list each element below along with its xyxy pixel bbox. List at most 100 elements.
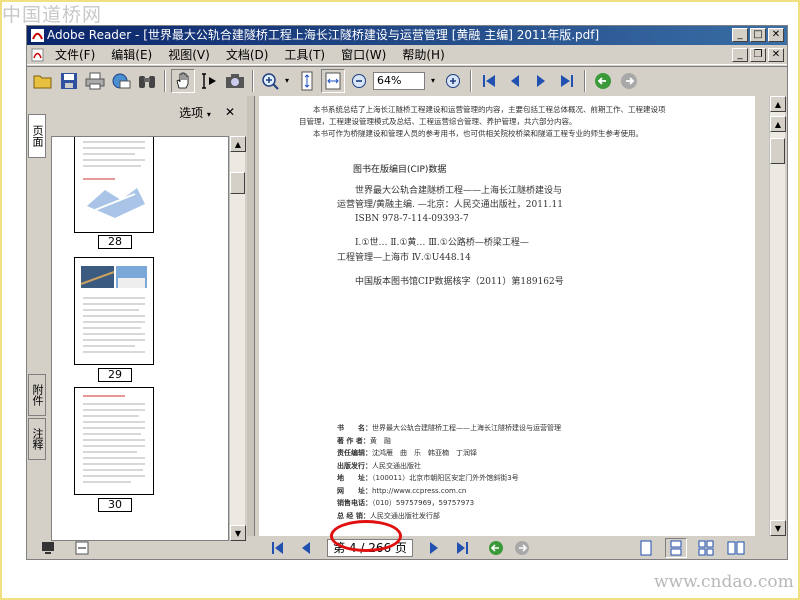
- biblio-value: （100011）北京市朝阳区安定门外外馆斜街3号: [372, 474, 519, 482]
- doc-scroll-down-icon[interactable]: ▼: [770, 520, 786, 536]
- status-back-button[interactable]: [485, 538, 507, 558]
- biblio-label: 书 名：: [337, 424, 372, 432]
- menu-edit[interactable]: 编辑(E): [103, 46, 160, 63]
- menu-view[interactable]: 视图(V): [160, 46, 218, 63]
- facing-layout-button[interactable]: [695, 538, 717, 558]
- watermark-url: www.cndao.com: [654, 572, 794, 592]
- scroll-up-icon[interactable]: ▲: [230, 136, 246, 152]
- classification-block: Ⅰ.①世… Ⅱ.①黄… Ⅲ.①公路桥—桥梁工程— 工程管理—上海市 Ⅳ.①U44…: [337, 236, 529, 266]
- biblio-value: 黄 融: [369, 436, 391, 445]
- toolbar-separator: [584, 69, 586, 92]
- status-next-page-button[interactable]: [423, 538, 445, 558]
- single-page-layout-button[interactable]: [635, 538, 657, 558]
- panel-close-icon[interactable]: ✕: [225, 105, 235, 119]
- minimize-button[interactable]: _: [732, 28, 748, 42]
- fit-width-button[interactable]: [321, 68, 345, 93]
- thumbnail-page-29[interactable]: [74, 257, 154, 365]
- document-view: 本书系统总结了上海长江隧桥工程建设和运营管理的内容，主要包括工程总体概况、前期工…: [247, 96, 769, 536]
- panel-collapse-handle[interactable]: [247, 96, 255, 536]
- camera-icon: [226, 73, 244, 88]
- continuous-facing-layout-button[interactable]: [725, 538, 747, 558]
- screen-icon[interactable]: [37, 538, 59, 558]
- snapshot-button[interactable]: [223, 69, 247, 93]
- fit-height-icon: [301, 71, 313, 90]
- last-page-button[interactable]: [555, 69, 579, 93]
- menu-file[interactable]: 文件(F): [47, 46, 103, 63]
- actual-size-button[interactable]: [295, 69, 319, 93]
- doc-minimize-button[interactable]: _: [732, 48, 748, 62]
- thumbnail-label-28: 28: [98, 235, 132, 249]
- doc-scroll-up-icon[interactable]: ▲: [770, 116, 786, 132]
- toolbar: ▾ 64% ▾: [27, 66, 787, 94]
- zoom-in-tool-button[interactable]: [259, 69, 283, 93]
- prev-page-icon: [302, 542, 310, 554]
- chevron-down-icon[interactable]: ▾: [285, 76, 293, 85]
- first-page-icon: [272, 542, 283, 554]
- status-bar: 第 4 / 266 页: [27, 536, 787, 559]
- maximize-button[interactable]: □: [750, 28, 766, 42]
- biblio-label: 总 经 销：: [337, 511, 370, 520]
- window-title: Adobe Reader - [世界最大公轨合建隧桥工程上海长江隧桥建设与运营管…: [47, 28, 600, 42]
- next-page-icon: [430, 542, 438, 554]
- zoom-in-button[interactable]: [441, 69, 465, 93]
- zoom-input[interactable]: 64%: [373, 71, 425, 90]
- single-page-icon: [640, 540, 652, 556]
- open-button[interactable]: [31, 69, 55, 93]
- hand-tool-button[interactable]: [171, 68, 195, 93]
- highlight-oval: [330, 520, 402, 552]
- email-button[interactable]: [109, 69, 133, 93]
- first-page-button[interactable]: [477, 69, 501, 93]
- chevron-down-icon: ▾: [206, 109, 211, 119]
- intro-paragraph: 本书系统总结了上海长江隧桥工程建设和运营管理的内容，主要包括工程总体概况、前期工…: [299, 104, 739, 140]
- menu-help[interactable]: 帮助(H): [394, 46, 452, 63]
- scroll-thumb[interactable]: [230, 172, 245, 194]
- select-text-button[interactable]: [197, 69, 221, 93]
- class-line: Ⅰ.①世… Ⅱ.①黄… Ⅲ.①公路桥—桥梁工程—: [355, 238, 529, 248]
- prev-page-button[interactable]: [503, 69, 527, 93]
- tab-attachments[interactable]: 附件: [28, 374, 46, 416]
- previous-view-button[interactable]: [591, 69, 615, 93]
- page-preview-image: [83, 141, 145, 218]
- doc-scroll-top-icon[interactable]: ▲: [770, 96, 786, 112]
- biblio-label: 出版发行：: [337, 461, 372, 470]
- status-last-page-button[interactable]: [451, 538, 473, 558]
- biblio-label: 销售电话：: [337, 499, 372, 507]
- save-button[interactable]: [57, 69, 81, 93]
- menu-document[interactable]: 文档(D): [218, 46, 277, 63]
- close-window-button[interactable]: ✕: [768, 28, 784, 42]
- print-button[interactable]: [83, 69, 107, 93]
- thumbnail-page-28[interactable]: [74, 137, 154, 233]
- biblio-value: 人民交通出版社: [372, 461, 421, 470]
- thumbnail-label-30: 30: [98, 498, 132, 512]
- biblio-label: 著 作 者：: [337, 436, 370, 445]
- doc-restore-button[interactable]: ❐: [750, 48, 766, 62]
- next-page-button[interactable]: [529, 69, 553, 93]
- options-menu[interactable]: 选项 ▾: [179, 104, 211, 121]
- doc-close-button[interactable]: ✕: [768, 48, 784, 62]
- thumbnail-list: 28 29 30: [51, 136, 229, 541]
- tab-comments[interactable]: 注释: [28, 418, 46, 460]
- zoom-dropdown-icon[interactable]: ▾: [427, 76, 439, 85]
- cip-line: 运营管理/黄融主编. —北京：人民交通出版社，2011.11: [337, 200, 563, 210]
- menu-window[interactable]: 窗口(W): [333, 46, 394, 63]
- continuous-layout-button[interactable]: [665, 538, 687, 558]
- intro-line: 本书可作为桥隧建设和管理人员的参考用书，也可供相关院校桥梁和隧道工程专业的师生参…: [313, 129, 643, 138]
- forward-arrow-icon: [515, 541, 529, 555]
- page-setup-icon[interactable]: [71, 538, 93, 558]
- document-scrollbar[interactable]: ▲ ▲ ▼: [769, 96, 786, 536]
- cip-block: 世界最大公轨合建隧桥工程——上海长江隧桥建设与 运营管理/黄融主编. —北京：人…: [337, 184, 563, 226]
- status-forward-button[interactable]: [511, 538, 533, 558]
- menu-tools[interactable]: 工具(T): [276, 46, 333, 63]
- next-view-button[interactable]: [617, 69, 641, 93]
- last-page-icon: [457, 542, 468, 554]
- thumbnail-scrollbar[interactable]: ▲ ▼: [229, 136, 246, 541]
- tab-pages[interactable]: 页面: [28, 114, 46, 158]
- prev-page-icon: [511, 74, 519, 87]
- zoom-out-button[interactable]: [347, 69, 371, 93]
- watermark-logo: 中国道桥网: [2, 4, 103, 26]
- search-button[interactable]: [135, 69, 159, 93]
- status-first-page-button[interactable]: [267, 538, 289, 558]
- doc-scroll-thumb[interactable]: [770, 138, 785, 164]
- status-prev-page-button[interactable]: [295, 538, 317, 558]
- thumbnail-page-30[interactable]: [74, 387, 154, 495]
